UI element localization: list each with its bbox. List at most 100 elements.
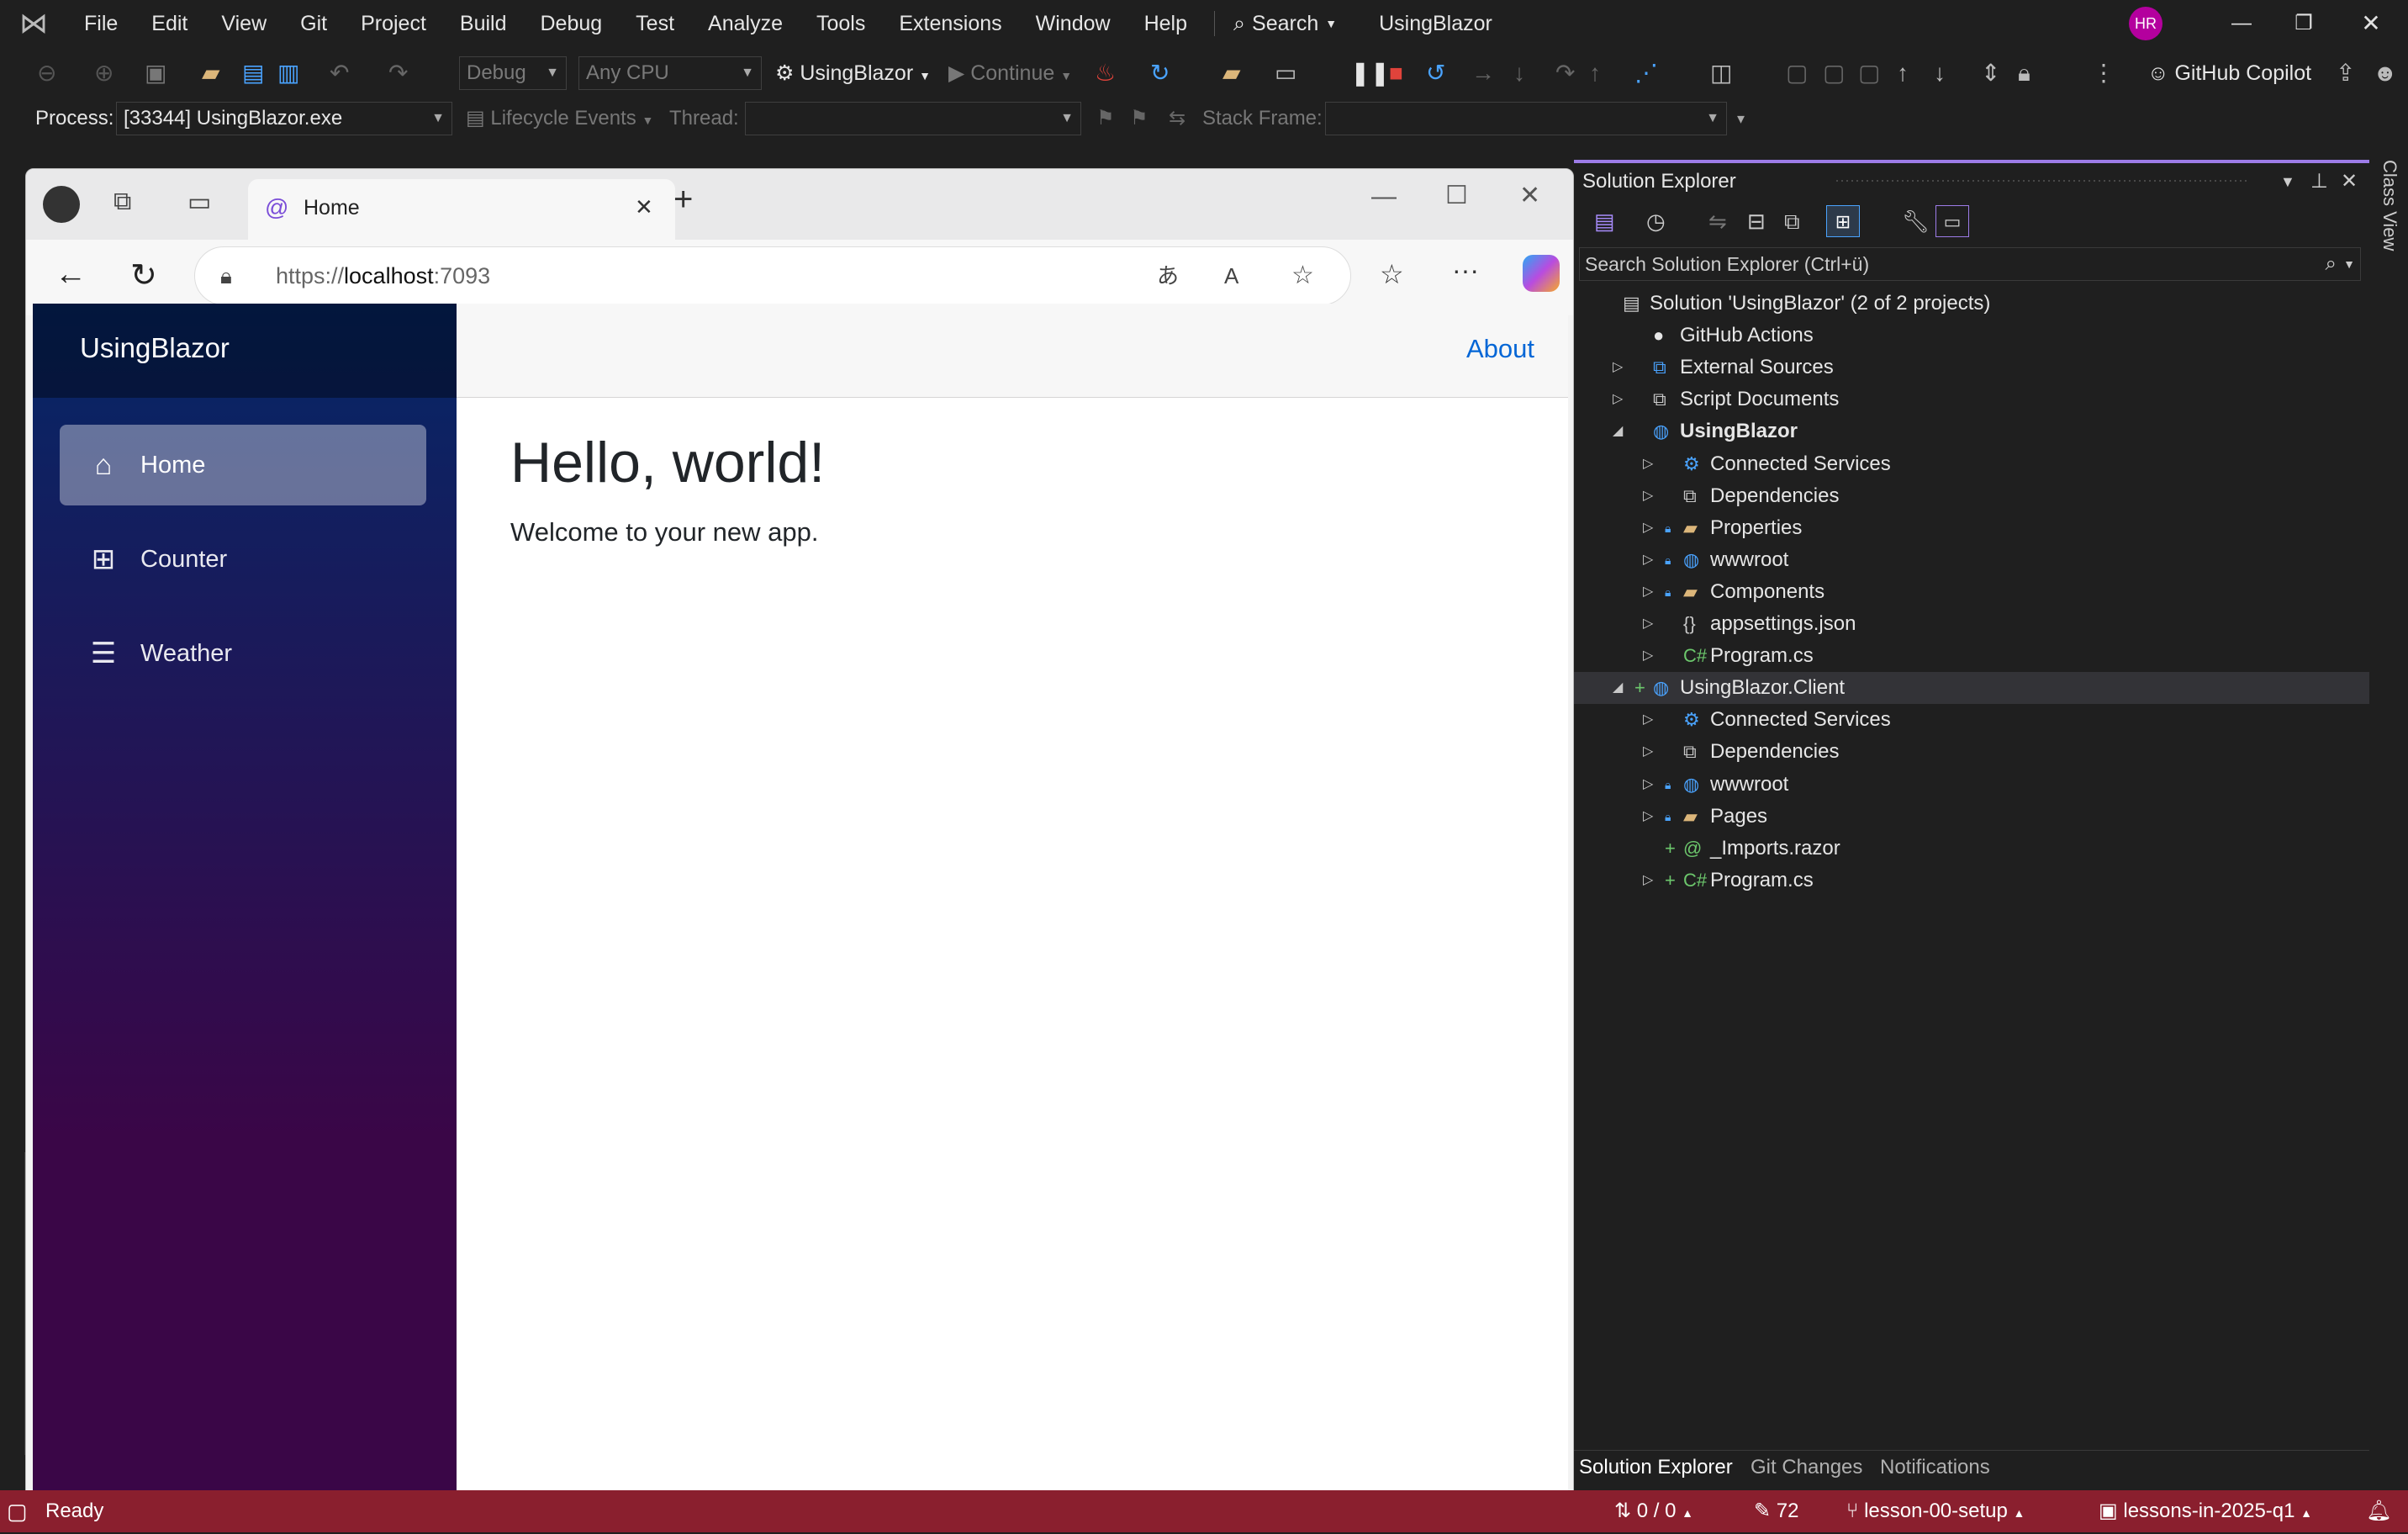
collections-icon[interactable]: ⧉ (114, 188, 131, 216)
lifecycle-events-button[interactable]: ▤ Lifecycle Events ▼ (466, 98, 653, 141)
tree-item[interactable]: ▷ ⧉ Script Documents (1574, 384, 2369, 415)
back-arrow-icon[interactable]: ← (55, 257, 87, 293)
browser-maximize-button[interactable]: ☐ (1445, 181, 1468, 210)
startup-project-button[interactable]: ⚙ UsingBlazor ▼ (775, 49, 931, 100)
edits-indicator[interactable]: ✎ 72 (1754, 1490, 1798, 1532)
properties-wrench-icon[interactable]: 🔧︎ (1902, 202, 1930, 241)
tree-item[interactable]: + @ _Imports.razor (1574, 833, 2369, 865)
tree-item[interactable]: ▷ ⚙ Connected Services (1574, 448, 2369, 480)
pending-changes-icon[interactable]: ◷ (1646, 202, 1666, 241)
close-button[interactable]: ✕ (2337, 0, 2405, 47)
tree-item[interactable]: ▷ ⧉ Dependencies (1574, 736, 2369, 768)
feedback-icon[interactable]: ☻ (2373, 49, 2397, 98)
restart-icon[interactable]: ↺ (1426, 49, 1445, 98)
refresh-icon[interactable]: ↻ (1150, 49, 1170, 98)
menu-file[interactable]: File (67, 0, 135, 47)
layout-icon[interactable]: ▭ (1275, 49, 1296, 98)
favorite-star-icon[interactable]: ☆ (1291, 247, 1314, 304)
translate-icon[interactable]: あ (1157, 247, 1179, 304)
menu-git[interactable]: Git (283, 0, 344, 47)
search-button[interactable]: ⌕ Search ▼ (1225, 12, 1345, 36)
step-into-icon[interactable]: ↓ (1513, 49, 1525, 98)
open-folder-icon[interactable]: ▰ (202, 49, 220, 98)
collapsed-arrow-icon[interactable]: ▷ (1643, 608, 1653, 640)
continue-button[interactable]: ▶ Continue ▼ (948, 49, 1072, 100)
back-nav-icon[interactable]: ⊖ (37, 49, 56, 98)
tree-item[interactable]: ▷ C# Program.cs (1574, 640, 2369, 672)
collapsed-arrow-icon[interactable]: ▷ (1643, 480, 1653, 512)
expanded-arrow-icon[interactable]: ◢ (1613, 672, 1623, 704)
arrow-up-icon[interactable]: ↑ (1897, 49, 1909, 98)
output-icon[interactable]: ▢ (7, 1490, 28, 1532)
comment-prev-icon[interactable]: ▢ (1858, 49, 1880, 98)
read-aloud-icon[interactable]: A (1224, 247, 1238, 304)
tab-actions-icon[interactable]: ▭ (187, 188, 211, 217)
vs-switch-views-icon[interactable]: ▤ (1594, 202, 1615, 241)
about-link[interactable]: About (1466, 334, 1534, 364)
diagnostics-icon[interactable]: ⋰ (1634, 49, 1658, 98)
menu-window[interactable]: Window (1019, 0, 1127, 47)
new-item-icon[interactable]: ▣ (145, 49, 166, 98)
profile-avatar[interactable] (43, 186, 80, 223)
class-view-side-tab[interactable]: Class View (2373, 160, 2406, 269)
save-icon[interactable]: ▤ (242, 49, 264, 98)
filter-icon[interactable]: ⊞ (1826, 205, 1860, 237)
tree-item[interactable]: ● GitHub Actions (1574, 320, 2369, 352)
copilot-browser-icon[interactable] (1523, 255, 1560, 292)
collapse-all-icon[interactable]: ⊟ (1747, 202, 1766, 241)
favorites-icon[interactable]: ☆ (1380, 258, 1404, 290)
undo-icon[interactable]: ↶ (330, 49, 349, 98)
browser-close-button[interactable]: ✕ (1519, 181, 1540, 210)
collapsed-arrow-icon[interactable]: ▷ (1643, 512, 1653, 544)
new-tab-icon[interactable]: + (673, 181, 693, 219)
tree-item[interactable]: ◢ ◍ UsingBlazor (1574, 415, 2369, 447)
avatar[interactable]: HR (2129, 7, 2162, 40)
collapsed-arrow-icon[interactable]: ▷ (1613, 352, 1623, 384)
collapsed-arrow-icon[interactable]: ▷ (1643, 640, 1653, 672)
pin-icon[interactable]: ⊥ (2310, 167, 2328, 197)
collapsed-arrow-icon[interactable]: ▷ (1643, 865, 1653, 897)
menu-extensions[interactable]: Extensions (882, 0, 1018, 47)
redo-icon[interactable]: ↷ (388, 49, 408, 98)
menu-help[interactable]: Help (1127, 0, 1204, 47)
address-bar[interactable]: 🔒︎ https://localhost:7093 あ A ☆ (194, 246, 1351, 305)
close-panel-icon[interactable]: ✕ (2341, 167, 2358, 197)
tree-item[interactable]: ▷ 🔒︎ ▰ Pages (1574, 801, 2369, 833)
collapsed-arrow-icon[interactable]: ▷ (1643, 736, 1653, 768)
menu-analyze[interactable]: Analyze (691, 0, 800, 47)
stack-frame-dropdown[interactable]: ▼ (1325, 102, 1727, 135)
platform-dropdown[interactable]: Any CPU ▼ (578, 56, 762, 90)
comment-next-icon[interactable]: ▢ (1823, 49, 1845, 98)
browser-tab-home[interactable]: @ Home ✕ (248, 179, 675, 240)
close-tab-icon[interactable]: ✕ (635, 194, 653, 220)
nav-link-weather[interactable]: ☰ Weather (60, 613, 426, 694)
configuration-dropdown[interactable]: Debug ▼ (459, 56, 567, 90)
minimize-button[interactable]: — (2208, 0, 2275, 47)
view-toggle-icon[interactable]: ◫ (1710, 49, 1732, 98)
pause-icon[interactable]: ❚❚ (1350, 49, 1390, 98)
collapsed-arrow-icon[interactable]: ▷ (1643, 769, 1653, 801)
bottom-tab-notifications[interactable]: Notifications (1880, 1451, 1990, 1484)
collapsed-arrow-icon[interactable]: ▷ (1643, 801, 1653, 833)
collapsed-arrow-icon[interactable]: ▷ (1643, 576, 1653, 608)
solution-search-box[interactable]: Search Solution Explorer (Ctrl+ü) ⌕ ▼ (1579, 247, 2361, 281)
window-position-icon[interactable]: ▼ (2280, 167, 2295, 197)
tree-item[interactable]: ▷ 🔒︎ ▰ Properties (1574, 512, 2369, 544)
branch-indicator[interactable]: ⑂ lesson-00-setup ▲ (1846, 1490, 2025, 1534)
step-over-icon[interactable]: → (1471, 49, 1495, 98)
tree-item[interactable]: ▷ ⚙ Connected Services (1574, 704, 2369, 736)
collapsed-arrow-icon[interactable]: ▷ (1643, 544, 1653, 576)
more-options-icon[interactable]: ··· (1452, 255, 1479, 286)
show-all-files-icon[interactable]: ⧉ (1784, 202, 1800, 241)
expanded-arrow-icon[interactable]: ◢ (1613, 415, 1623, 447)
brand-link[interactable]: UsingBlazor (80, 332, 230, 364)
menu-debug[interactable]: Debug (524, 0, 620, 47)
thread-dropdown[interactable]: ▼ (745, 102, 1081, 135)
updown-indicator[interactable]: ⇅ 0 / 0 ▲ (1614, 1490, 1693, 1534)
tree-item[interactable]: ▷ {} appsettings.json (1574, 608, 2369, 640)
stop-icon[interactable]: ■ (1389, 49, 1403, 98)
preview-icon[interactable]: ▭ (1935, 205, 1969, 237)
github-copilot-button[interactable]: ☺ GitHub Copilot (2147, 49, 2311, 98)
menu-tools[interactable]: Tools (800, 0, 882, 47)
forward-nav-icon[interactable]: ⊕ (94, 49, 114, 98)
